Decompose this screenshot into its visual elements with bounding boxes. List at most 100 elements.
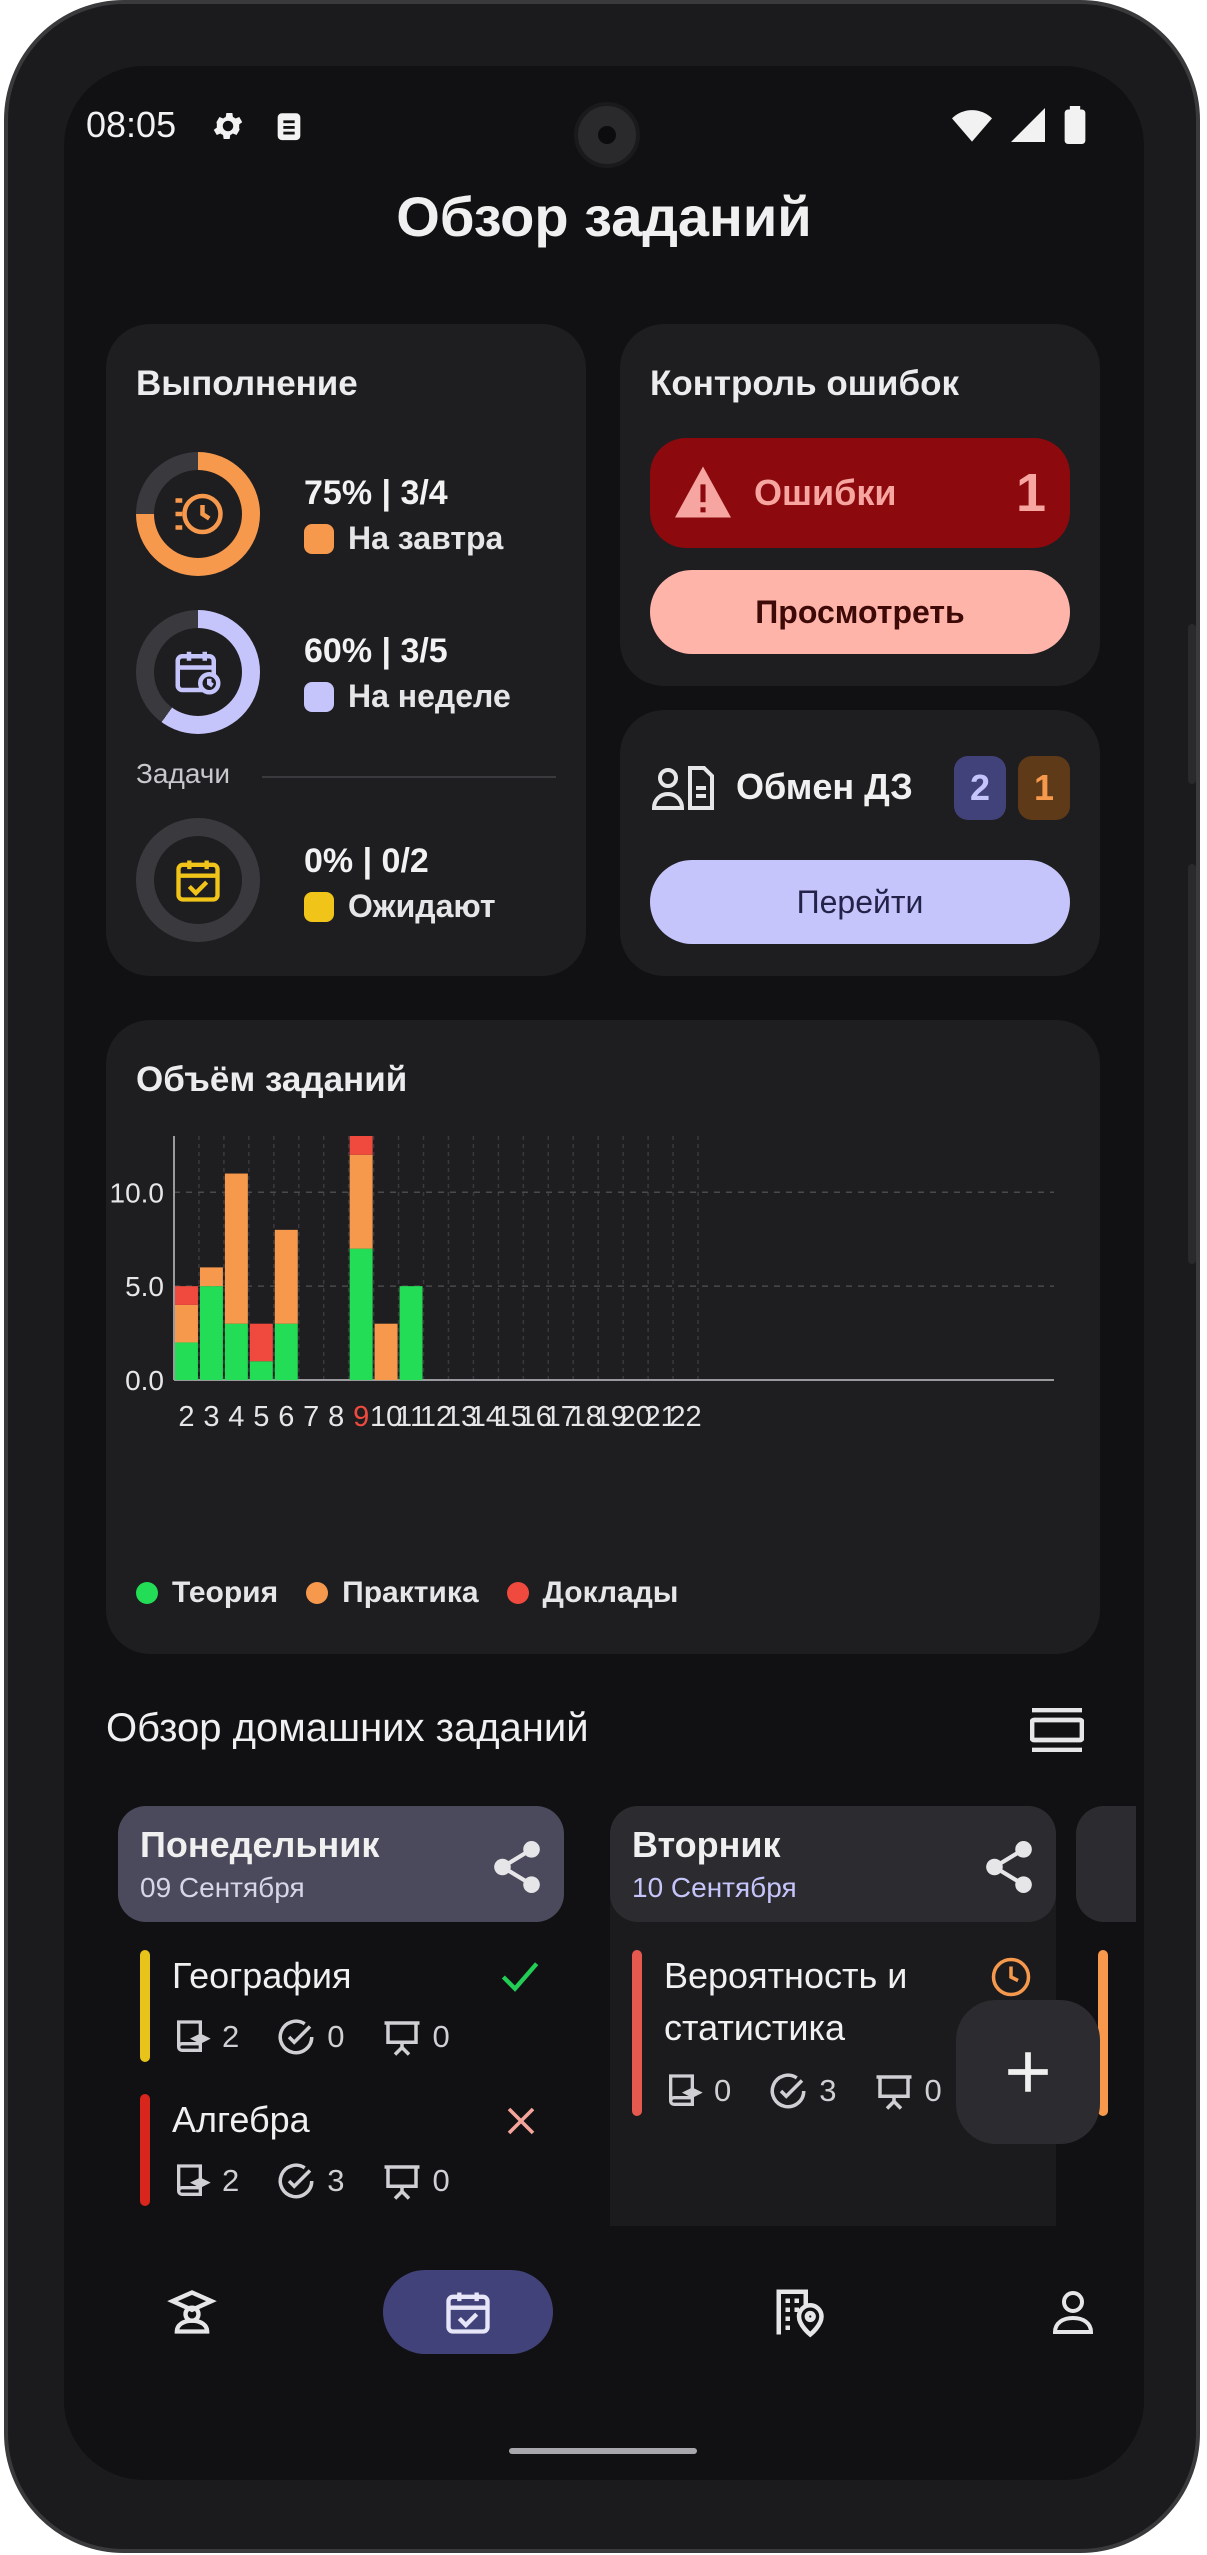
plus-icon	[1008, 2052, 1048, 2092]
y-tick-label: 0.0	[125, 1365, 164, 1396]
battery-icon	[1064, 106, 1086, 144]
nav-study[interactable]	[107, 2270, 277, 2354]
y-tick-label: 10.0	[110, 1177, 165, 1208]
completion-card: Выполнение 75% | 3/4 На завтра 60% | 3/5…	[106, 324, 586, 976]
legend-label: Практика	[342, 1576, 479, 1609]
clock-icon	[991, 1957, 1031, 1997]
errors-label: Ошибки	[754, 472, 897, 513]
book-icon	[177, 2164, 211, 2196]
status-time: 08:05	[86, 104, 177, 145]
stacked-bar-chart: 0.05.010.02 3 4 5 6 7 8 9 1011121314151617181920…	[110, 1136, 1054, 1433]
book-icon	[669, 2074, 703, 2106]
nav-schedule[interactable]	[383, 2270, 553, 2354]
exchange-title: Обмен ДЗ	[736, 766, 913, 807]
add-homework-button[interactable]	[956, 2000, 1100, 2144]
check-circle-icon	[278, 2019, 314, 2055]
day-header[interactable]: Понедельник 09 Сентября	[118, 1806, 564, 1922]
homework-section-title: Обзор домашних заданий	[106, 1706, 589, 1750]
wifi-icon	[952, 110, 992, 142]
errors-card: Контроль ошибок Ошибки 1 Просмотреть	[620, 324, 1100, 686]
x-tick-label: 7	[303, 1401, 319, 1433]
homework-subject: Вероятность и статистика	[664, 1955, 908, 2048]
share-icon[interactable]	[984, 1840, 1034, 1894]
power-button	[1188, 864, 1196, 1264]
errors-count: 1	[1015, 463, 1046, 523]
bar-segment	[249, 1361, 273, 1380]
volume-button	[1188, 624, 1196, 784]
history-clock-icon	[175, 493, 223, 535]
chart-legend: Теория Практика Доклады	[136, 1576, 678, 1610]
errors-title: Контроль ошибок	[650, 364, 959, 403]
study-icon	[167, 2290, 217, 2334]
bottom-navigation	[64, 2226, 1144, 2426]
exchange-card: Обмен ДЗ 2 1 Перейти	[620, 710, 1100, 976]
warning-icon	[675, 466, 731, 518]
share-icon[interactable]	[492, 1840, 542, 1894]
person-document-icon	[652, 766, 714, 810]
homework-count-done: 0	[327, 2019, 345, 2054]
view-errors-button[interactable]: Просмотреть	[650, 570, 1070, 654]
homework-count-tasks: 2	[222, 2163, 240, 2198]
legend-swatch	[304, 891, 334, 922]
book-icon	[177, 2020, 211, 2052]
check-icon	[501, 1962, 539, 1992]
bar-segment	[374, 1323, 398, 1380]
bar-segment	[399, 1286, 423, 1380]
day-date: 10 Сентября	[632, 1872, 797, 1903]
homework-count-reports: 0	[432, 2163, 450, 2198]
calendar-check-icon	[446, 2292, 490, 2334]
legend-dot-practice	[306, 1582, 329, 1604]
home-indicator	[509, 2448, 697, 2454]
bar-segment	[199, 1286, 223, 1380]
bar-segment	[274, 1323, 298, 1380]
clipboard-icon	[277, 113, 301, 141]
stat-label-tasks: Ожидают	[348, 888, 496, 924]
page-title: Обзор заданий	[396, 185, 812, 248]
progress-ring-tasks	[136, 818, 260, 942]
day-header[interactable]: Вторник 10 Сентября	[610, 1806, 1056, 1922]
exchange-badge-received: 2	[954, 756, 1006, 820]
x-tick-label: 22	[669, 1401, 701, 1433]
progress-ring-week	[136, 610, 260, 734]
homework-count-tasks: 0	[714, 2073, 732, 2108]
building-map-icon	[776, 2289, 824, 2338]
stat-value-tasks: 0% | 0/2	[304, 842, 429, 880]
progress-ring-tomorrow	[136, 452, 260, 576]
front-camera	[574, 102, 640, 168]
completion-title: Выполнение	[136, 364, 358, 403]
view-agenda-icon[interactable]	[1030, 1708, 1084, 1752]
person-icon	[1052, 2291, 1094, 2334]
homework-count-done: 3	[819, 2073, 837, 2108]
stat-value-tomorrow: 75% | 3/4	[304, 474, 448, 512]
bar-segment	[224, 1323, 248, 1380]
close-icon	[507, 2107, 535, 2135]
nav-profile[interactable]	[988, 2270, 1144, 2354]
presentation-icon	[384, 2021, 419, 2056]
legend-swatch	[304, 523, 334, 554]
day-name: Вторник	[632, 1824, 781, 1865]
x-tick-label: 9	[353, 1401, 369, 1433]
homework-subject: География	[172, 1955, 352, 1996]
presentation-icon	[876, 2075, 911, 2110]
legend-swatch	[304, 681, 334, 712]
homework-subject: Алгебра	[172, 2099, 310, 2140]
bar-segment	[249, 1323, 273, 1362]
homework-item[interactable]: Алгебра 2 3 0	[140, 2094, 540, 2214]
stat-label-tomorrow: На завтра	[348, 520, 504, 556]
subject-color-bar	[140, 1950, 150, 2062]
stat-label-week: На неделе	[348, 678, 511, 714]
x-tick-label: 3	[203, 1401, 219, 1433]
x-tick-label: 2	[178, 1401, 194, 1433]
calendar-check-icon	[176, 860, 220, 902]
subject-color-bar	[632, 1950, 642, 2116]
homework-item[interactable]: География 2 0 0	[140, 1950, 540, 2070]
nav-buildings[interactable]	[714, 2270, 884, 2354]
exchange-badge-sent: 1	[1018, 756, 1070, 820]
errors-bar[interactable]: Ошибки 1	[650, 438, 1070, 548]
subject-color-bar	[140, 2094, 150, 2206]
day-column-next-peek[interactable]	[1076, 1806, 1136, 1922]
signal-icon	[1011, 108, 1045, 142]
exchange-go-button[interactable]: Перейти	[650, 860, 1070, 944]
bar-segment	[349, 1136, 373, 1155]
bar-segment	[174, 1342, 198, 1380]
